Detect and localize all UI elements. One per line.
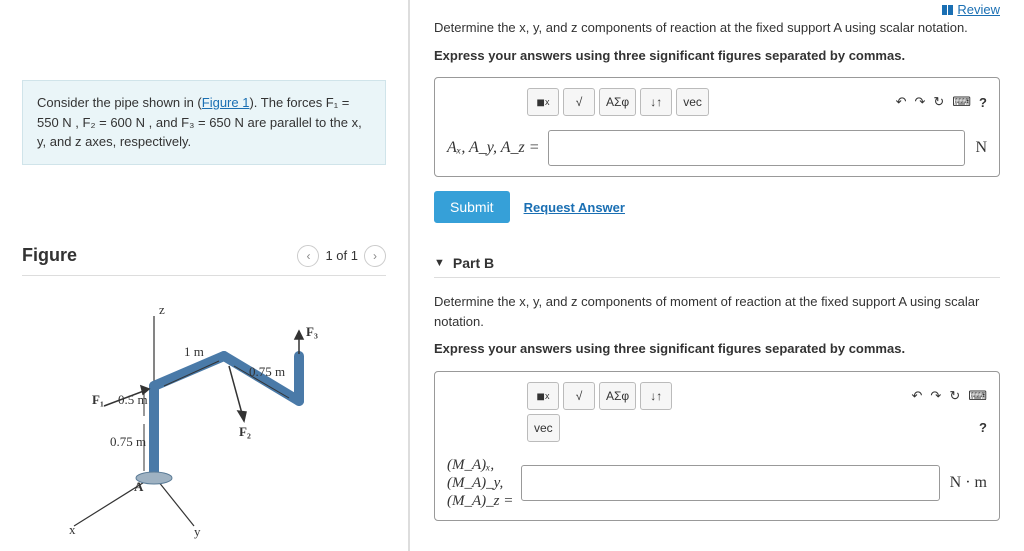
greek-icon: ΑΣφ [606, 389, 629, 403]
keyboard-button[interactable]: ⌨ [952, 94, 971, 110]
left-pane: Consider the pipe shown in (Figure 1). T… [0, 0, 410, 551]
vec-icon: vec [683, 95, 702, 109]
greek-icon: ΑΣφ [606, 95, 629, 109]
templates-icon: ■ [537, 94, 545, 110]
request-answer-link[interactable]: Request Answer [524, 200, 625, 215]
help-button-b[interactable]: ? [979, 420, 987, 435]
part-b-prompt: Determine the x, y, and z components of … [434, 292, 1000, 331]
redo-button-b[interactable]: ↷ [930, 388, 941, 404]
force-f3-label: F₃ [306, 324, 318, 339]
force-f2-label: F₂ [239, 424, 251, 439]
figure-nav: ‹ 1 of 1 › [297, 245, 386, 267]
axis-z-label: z [159, 302, 165, 317]
part-b-header[interactable]: ▼ Part B [434, 245, 1000, 278]
part-b-toolbar: ■x √ ΑΣφ ↓↑ ↶ ↷ ↻ ⌨ [527, 382, 987, 410]
review-icon [942, 5, 953, 15]
part-b-title: Part B [453, 255, 494, 271]
figure-title: Figure [22, 245, 77, 266]
greek-button-b[interactable]: ΑΣφ [599, 382, 636, 410]
review-link[interactable]: Review [942, 2, 1000, 17]
axis-x-label: x [69, 522, 76, 537]
part-a-unit: N [965, 139, 987, 157]
part-a-toolbar: ■x √ ΑΣφ ↓↑ vec ↶ ↷ ↻ ⌨ ? [527, 88, 987, 116]
sqrt-button[interactable]: √ [563, 88, 595, 116]
part-a-submit-row: Submit Request Answer [434, 191, 1000, 223]
keyboard-button-b[interactable]: ⌨ [968, 388, 987, 404]
label-may: (M_A)_y, [447, 474, 513, 492]
problem-text-pre: Consider the pipe shown in ( [37, 95, 202, 110]
part-a-answer-area: ■x √ ΑΣφ ↓↑ vec ↶ ↷ ↻ ⌨ ? Aₓ, A_y, A_z =… [434, 77, 1000, 177]
part-a-instruction: Express your answers using three signifi… [434, 46, 1000, 66]
figure-next-button[interactable]: › [364, 245, 386, 267]
part-a-answer-input[interactable] [548, 130, 966, 166]
sqrt-icon: √ [576, 95, 583, 109]
updown-icon: ↓↑ [650, 389, 662, 403]
figure-nav-label: 1 of 1 [325, 248, 358, 263]
dim-075m-bot-label: 0.75 m [110, 434, 146, 449]
part-b-toolbar-row2: vec ? [527, 414, 987, 442]
part-b-unit: N · m [940, 474, 987, 492]
part-b-instruction: Express your answers using three signifi… [434, 339, 1000, 359]
figure-divider [22, 275, 386, 276]
dim-05m-label: 0.5 m [118, 392, 148, 407]
templates-button-b[interactable]: ■x [527, 382, 559, 410]
figure-header: Figure ‹ 1 of 1 › [22, 245, 386, 267]
review-link-text: Review [957, 2, 1000, 17]
point-a-label: A [134, 479, 144, 494]
sqrt-button-b[interactable]: √ [563, 382, 595, 410]
submit-button[interactable]: Submit [434, 191, 510, 223]
part-b-answer-input[interactable] [521, 465, 939, 501]
figure-image: z x y A F₁ F₂ F₃ 1 m 0.75 m 0.5 m 0.75 m [22, 296, 386, 546]
reset-button[interactable]: ↻ [933, 94, 944, 110]
label-max: (M_A)ₓ, [447, 456, 513, 474]
help-button[interactable]: ? [979, 95, 987, 110]
force-f1-label: F₁ [92, 392, 104, 407]
part-a-prompt: Determine the x, y, and z components of … [434, 18, 1000, 38]
problem-statement: Consider the pipe shown in (Figure 1). T… [22, 80, 386, 165]
caret-down-icon: ▼ [434, 257, 445, 269]
axis-y-label: y [194, 524, 201, 539]
part-b-answer-label: (M_A)ₓ, (M_A)_y, (M_A)_z = [447, 456, 521, 510]
undo-button-b[interactable]: ↶ [912, 388, 923, 404]
vec-button-b[interactable]: vec [527, 414, 560, 442]
part-a-answer-label: Aₓ, A_y, A_z = [447, 139, 548, 157]
redo-button[interactable]: ↷ [914, 94, 925, 110]
undo-button[interactable]: ↶ [896, 94, 907, 110]
vec-button[interactable]: vec [676, 88, 709, 116]
templates-button[interactable]: ■x [527, 88, 559, 116]
dim-1m-label: 1 m [184, 344, 204, 359]
label-maz: (M_A)_z = [447, 492, 513, 510]
updown-button[interactable]: ↓↑ [640, 88, 672, 116]
updown-button-b[interactable]: ↓↑ [640, 382, 672, 410]
figure-link[interactable]: Figure 1 [202, 95, 250, 110]
dim-075m-top-label: 0.75 m [249, 364, 285, 379]
vec-icon: vec [534, 421, 553, 435]
greek-button[interactable]: ΑΣφ [599, 88, 636, 116]
sqrt-icon: √ [576, 389, 583, 403]
part-b-answer-area: ■x √ ΑΣφ ↓↑ ↶ ↷ ↻ ⌨ vec ? (M_A)ₓ, [434, 371, 1000, 521]
right-pane: Review Determine the x, y, and z compone… [410, 0, 1024, 551]
figure-prev-button[interactable]: ‹ [297, 245, 319, 267]
updown-icon: ↓↑ [650, 95, 662, 109]
templates-icon: ■ [537, 388, 545, 404]
reset-button-b[interactable]: ↻ [949, 388, 960, 404]
